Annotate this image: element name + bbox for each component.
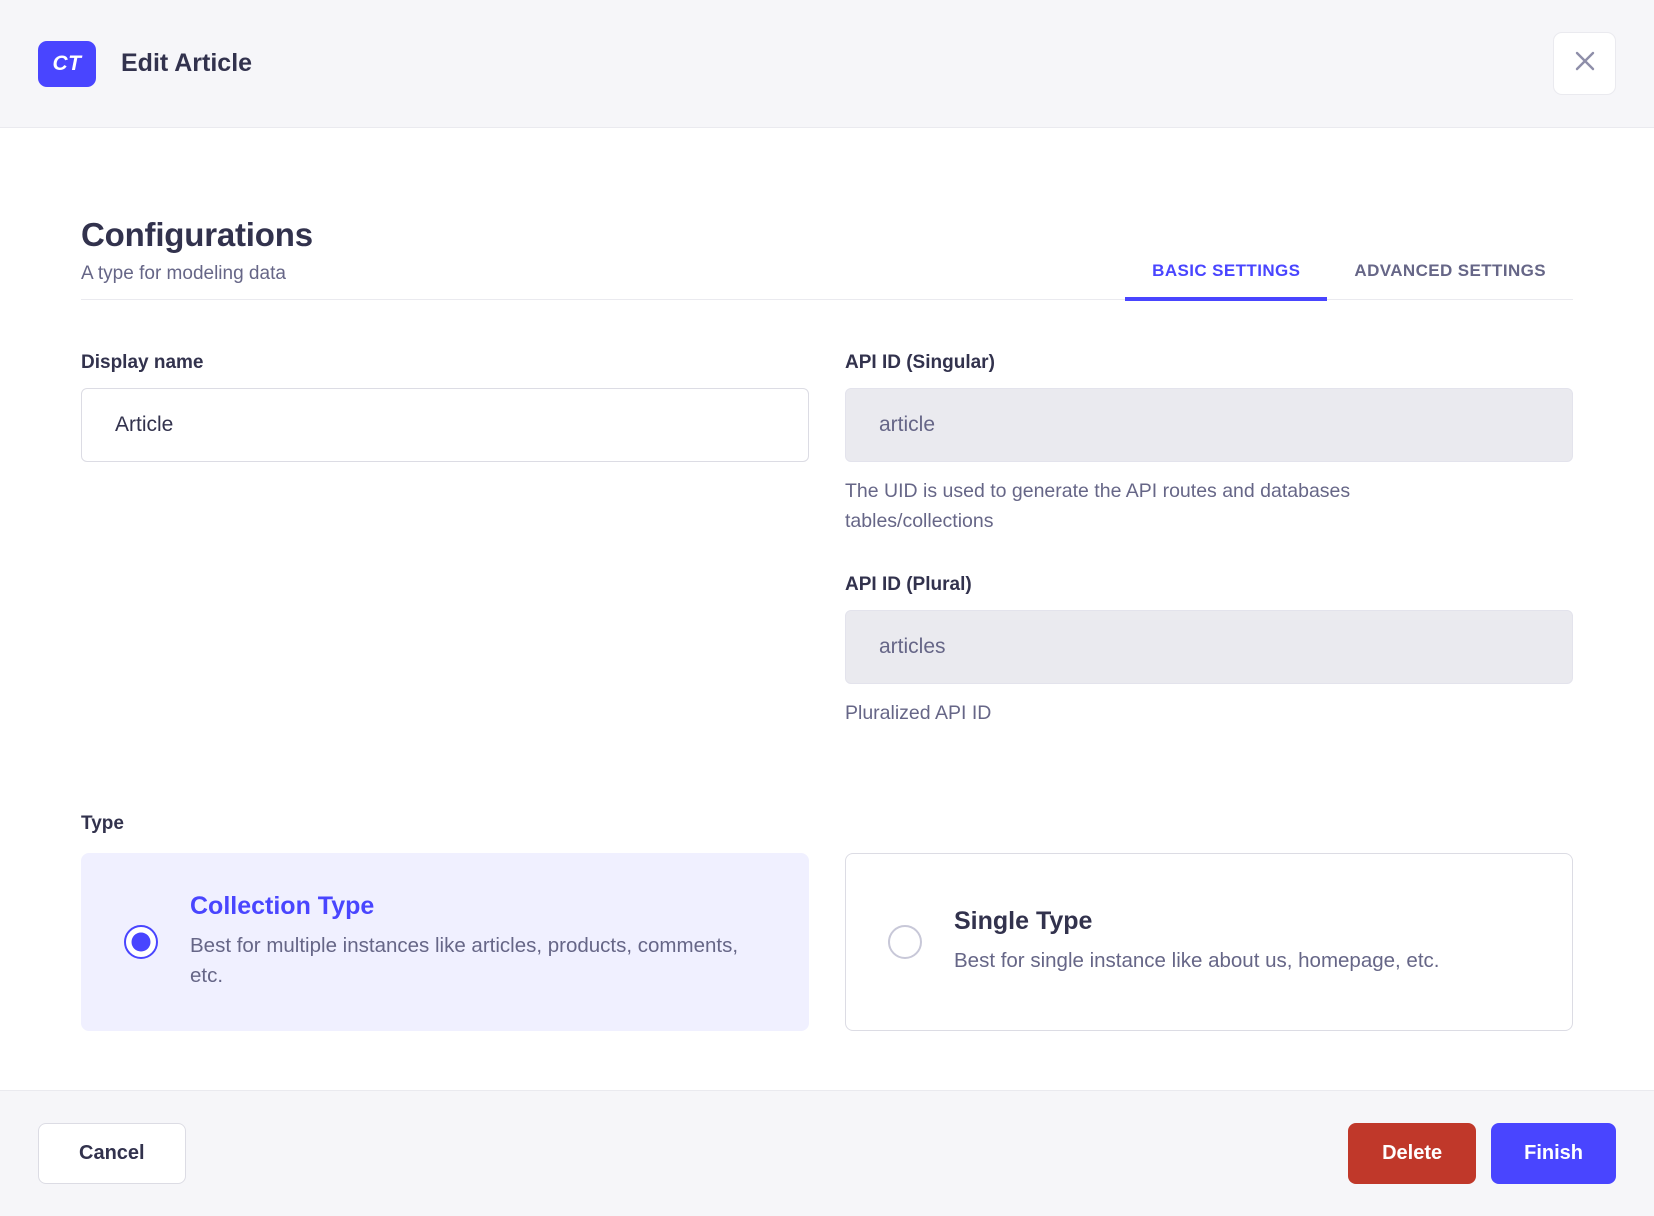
collection-type-description: Best for multiple instances like article… [190,934,739,988]
close-icon [1573,49,1597,78]
api-id-plural-label: API ID (Plural) [845,574,972,596]
section-head: Configurations A type for modeling data … [81,216,1573,301]
type-options: Collection Type Best for multiple instan… [81,852,1573,1031]
single-type-text: Single Type Best for single instance lik… [954,907,1439,976]
api-id-plural-group: API ID (Plural) Pluralized API ID [845,574,1573,728]
api-id-singular-hint: The UID is used to generate the API rout… [845,480,1351,533]
cancel-button[interactable]: Cancel [38,1123,186,1184]
api-id-singular-label: API ID (Singular) [845,352,995,373]
collection-type-title: Collection Type [190,892,375,921]
modal-body: Configurations A type for modeling data … [0,128,1654,1090]
tab-basic-settings[interactable]: BASIC SETTINGS [1125,247,1328,301]
single-type-title: Single Type [954,907,1093,936]
collection-type-text: Collection Type Best for multiple instan… [190,892,760,991]
section-titles: Configurations A type for modeling data [81,216,313,299]
display-name-input[interactable] [81,388,809,462]
page-title: Configurations [81,216,313,253]
api-id-singular-group: API ID (Singular) The UID is used to gen… [845,352,1573,536]
display-name-group: Display name [81,352,809,462]
close-button[interactable] [1553,32,1616,95]
content-type-badge: CT [38,40,96,87]
type-section-label: Type [81,812,124,834]
edit-article-modal: CT Edit Article Configurations A type fo… [0,0,1654,1216]
display-name-label: Display name [81,352,204,373]
api-id-plural-hint: Pluralized API ID [845,702,992,725]
collection-type-radio[interactable] [124,924,158,959]
content-type-badge-label: CT [52,51,82,75]
settings-tabs: BASIC SETTINGS ADVANCED SETTINGS [1125,247,1573,301]
collection-type-option[interactable]: Collection Type Best for multiple instan… [81,852,809,1031]
single-type-option[interactable]: Single Type Best for single instance lik… [845,852,1573,1031]
config-form: Display name API ID (Singular) The UID i… [81,352,1573,729]
modal-footer: Cancel Delete Finish [0,1090,1654,1216]
tab-advanced-settings[interactable]: ADVANCED SETTINGS [1327,247,1573,301]
form-left-column: Display name [81,352,809,729]
modal-header: CT Edit Article [0,0,1654,128]
modal-title: Edit Article [121,49,253,77]
single-type-radio[interactable] [888,924,922,959]
delete-button[interactable]: Delete [1348,1123,1477,1184]
api-id-plural-input [845,610,1573,685]
form-right-column: API ID (Singular) The UID is used to gen… [845,352,1573,729]
finish-button[interactable]: Finish [1491,1123,1616,1184]
single-type-description: Best for single instance like about us, … [954,949,1440,973]
page-subtitle: A type for modeling data [81,263,286,284]
api-id-singular-input [845,388,1573,462]
